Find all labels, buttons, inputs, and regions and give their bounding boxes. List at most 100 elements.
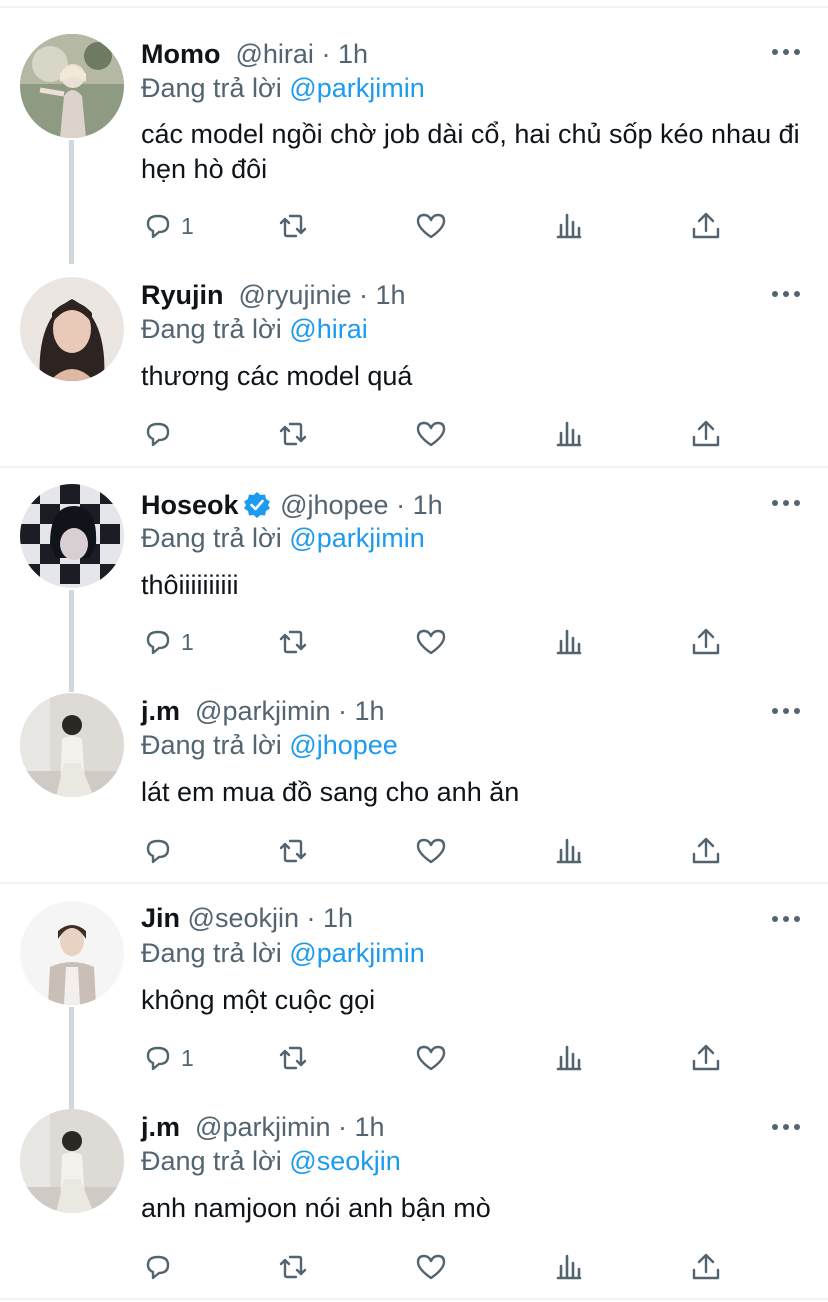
reply-context: Đang trả lời @parkjimin (141, 72, 425, 104)
reply-context: Đang trả lời @parkjimin (141, 937, 425, 969)
display-name[interactable]: Jin (141, 903, 180, 933)
tweet-actions (141, 834, 741, 868)
avatar[interactable] (20, 277, 124, 381)
views-button[interactable] (552, 417, 586, 451)
tweet-header: Ryujin @ryujinie · 1h (141, 279, 406, 311)
timestamp[interactable]: · 1h (307, 903, 354, 933)
tweet-text: không một cuộc gọi (141, 985, 376, 1015)
views-button[interactable] (552, 1041, 586, 1075)
tweet[interactable]: Jin @seokjin · 1h Đang trả lời @parkjimi… (0, 867, 828, 1109)
share-button[interactable] (689, 834, 723, 868)
like-button[interactable] (414, 1250, 448, 1284)
reply-mention[interactable]: @parkjimin (289, 938, 424, 968)
reply-button[interactable] (141, 1250, 181, 1284)
more-options-icon[interactable] (770, 1115, 802, 1139)
user-handle[interactable]: @hirai (236, 39, 314, 69)
views-button[interactable] (552, 625, 586, 659)
tweet-header: Hoseok @jhopee · 1h (141, 489, 443, 521)
avatar[interactable] (20, 1109, 124, 1213)
tweet[interactable]: Momo @hirai · 1h Đang trả lời @parkjimin… (0, 0, 828, 264)
share-button[interactable] (689, 1250, 723, 1284)
tweet-actions: 1 (141, 1041, 741, 1075)
reply-mention[interactable]: @seokjin (289, 1146, 400, 1176)
retweet-button[interactable] (276, 1250, 310, 1284)
more-options-icon[interactable] (770, 40, 802, 64)
analytics-icon (556, 1254, 582, 1280)
timestamp[interactable]: · 1h (396, 490, 443, 520)
more-options-icon[interactable] (770, 907, 802, 931)
tweet-actions: 1 (141, 209, 741, 243)
retweet-icon (279, 1046, 307, 1070)
reply-button[interactable]: 1 (141, 209, 194, 243)
like-button[interactable] (414, 1041, 448, 1075)
reply-mention[interactable]: @jhopee (289, 730, 398, 760)
views-button[interactable] (552, 1250, 586, 1284)
reply-mention[interactable]: @parkjimin (289, 73, 424, 103)
retweet-icon (279, 630, 307, 654)
more-options-icon[interactable] (770, 491, 802, 515)
display-name[interactable]: j.m (141, 1112, 180, 1142)
reply-icon (146, 839, 170, 864)
views-button[interactable] (552, 834, 586, 868)
tweet[interactable]: Hoseok @jhopee · 1h Đang trả lời @parkji… (0, 450, 828, 692)
heart-icon (416, 213, 446, 239)
share-button[interactable] (689, 625, 723, 659)
user-handle[interactable]: @jhopee (280, 490, 389, 520)
avatar[interactable] (20, 901, 124, 1005)
reply-button[interactable]: 1 (141, 1041, 194, 1075)
user-handle[interactable]: @parkjimin (195, 1112, 330, 1142)
timestamp[interactable]: · 1h (321, 39, 368, 69)
tweet-header: Jin @seokjin · 1h (141, 902, 353, 934)
reply-prefix: Đang trả lời (141, 523, 282, 553)
share-button[interactable] (689, 417, 723, 451)
more-options-icon[interactable] (770, 699, 802, 723)
like-button[interactable] (414, 625, 448, 659)
share-button[interactable] (689, 209, 723, 243)
reply-context: Đang trả lời @seokjin (141, 1145, 401, 1177)
bottom-divider (0, 1298, 828, 1300)
tweet[interactable]: Ryujin @ryujinie · 1h Đang trả lời @hira… (0, 243, 828, 467)
reply-button[interactable]: 1 (141, 625, 194, 659)
tweet[interactable]: j.m @parkjimin · 1h Đang trả lời @jhopee… (0, 659, 828, 883)
share-button[interactable] (689, 1041, 723, 1075)
retweet-icon (279, 214, 307, 238)
timestamp[interactable]: · 1h (338, 696, 385, 726)
user-handle[interactable]: @parkjimin (195, 696, 330, 726)
share-icon (692, 212, 720, 239)
views-button[interactable] (552, 209, 586, 243)
like-button[interactable] (414, 417, 448, 451)
avatar[interactable] (20, 34, 124, 138)
retweet-button[interactable] (276, 834, 310, 868)
user-handle[interactable]: @ryujinie (239, 280, 352, 310)
display-name[interactable]: j.m (141, 696, 180, 726)
tweet-actions: 1 (141, 625, 741, 659)
display-name[interactable]: Momo (141, 39, 220, 69)
heart-icon (416, 838, 446, 864)
reply-mention[interactable]: @hirai (289, 314, 367, 344)
retweet-button[interactable] (276, 625, 310, 659)
avatar[interactable] (20, 693, 124, 797)
retweet-button[interactable] (276, 209, 310, 243)
retweet-button[interactable] (276, 417, 310, 451)
timestamp[interactable]: · 1h (338, 1112, 385, 1142)
avatar[interactable] (20, 484, 124, 588)
more-options-icon[interactable] (770, 282, 802, 306)
reply-button[interactable] (141, 417, 181, 451)
reply-mention[interactable]: @parkjimin (289, 523, 424, 553)
user-handle[interactable]: @seokjin (188, 903, 299, 933)
display-name[interactable]: Hoseok (141, 490, 239, 520)
reply-icon (146, 1255, 170, 1280)
heart-icon (416, 1045, 446, 1071)
retweet-button[interactable] (276, 1041, 310, 1075)
reply-prefix: Đang trả lời (141, 1146, 282, 1176)
reply-button[interactable] (141, 834, 181, 868)
tweet-header: j.m @parkjimin · 1h (141, 1111, 385, 1143)
reply-prefix: Đang trả lời (141, 730, 282, 760)
retweet-icon (279, 839, 307, 863)
tweet[interactable]: j.m @parkjimin · 1h Đang trả lời @seokji… (0, 1075, 828, 1302)
display-name[interactable]: Ryujin (141, 280, 224, 310)
like-button[interactable] (414, 834, 448, 868)
heart-icon (416, 1254, 446, 1280)
like-button[interactable] (414, 209, 448, 243)
timestamp[interactable]: · 1h (359, 280, 406, 310)
